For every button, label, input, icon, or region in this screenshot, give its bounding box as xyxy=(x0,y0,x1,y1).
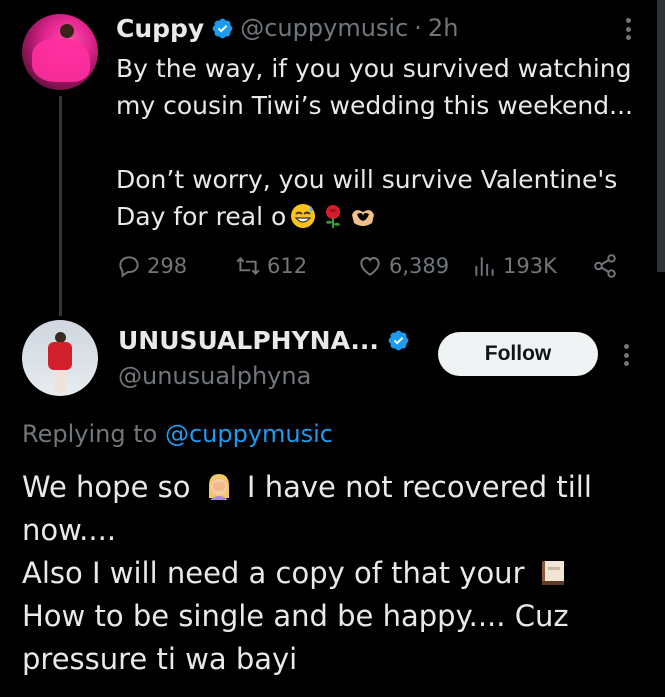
views-button[interactable]: 193K xyxy=(472,250,557,282)
follow-button[interactable]: Follow xyxy=(438,332,598,376)
reply-author-row: UNUSUALPHYNA... xyxy=(118,326,416,355)
tweet-line: By the way, if you you survived watching xyxy=(116,54,632,83)
views-chart-icon xyxy=(475,257,494,276)
thread-line xyxy=(59,96,62,316)
reply-line: now.... xyxy=(22,513,117,547)
repost-count: 612 xyxy=(267,254,308,278)
author-name[interactable]: Cuppy xyxy=(116,14,204,43)
book-emoji-icon xyxy=(541,561,564,585)
reply-line: Also I will need a copy of that your xyxy=(22,552,652,595)
heart-hands-emoji-icon xyxy=(352,210,375,226)
repost-icon xyxy=(236,257,260,275)
tweet-line-emoji: Day for real o xyxy=(116,198,646,235)
heart-icon xyxy=(360,257,380,276)
tweet-line: Don’t worry, you will survive Valentine'… xyxy=(116,165,618,194)
more-options-icon[interactable] xyxy=(626,18,632,40)
reply-icon xyxy=(119,256,139,278)
tweet-text: By the way, if you you survived watching… xyxy=(116,50,646,235)
facepalm-woman-emoji-icon xyxy=(208,474,229,500)
reply-text: We hope so I have not recovered till now… xyxy=(22,466,652,681)
share-button[interactable] xyxy=(592,250,623,282)
verified-badge-icon xyxy=(212,18,233,38)
scrollbar[interactable] xyxy=(657,0,665,272)
avatar-cuppy[interactable] xyxy=(22,14,98,90)
verified-badge-icon xyxy=(388,330,409,351)
tweet-line: Day for real o xyxy=(116,202,287,231)
like-count: 6,389 xyxy=(389,254,450,278)
rose-emoji-icon xyxy=(326,205,341,228)
reply-text-segment: Also I will need a copy of that your xyxy=(22,556,525,590)
replying-to: Replying to @cuppymusic xyxy=(22,420,333,448)
sweat-smile-emoji-icon xyxy=(291,204,316,228)
share-icon xyxy=(594,254,616,278)
reply-line: pressure ti wa bayi xyxy=(22,642,298,676)
tweet-line: my cousin Tiwi’s wedding this weekend... xyxy=(116,91,633,120)
reply-line: We hope so I have not recovered till xyxy=(22,466,652,509)
views-count: 193K xyxy=(503,254,557,278)
reply-text-segment: I have not recovered till xyxy=(246,470,592,504)
tweet-actions: 298 612 6,389 193K xyxy=(116,250,636,282)
reply-count: 298 xyxy=(147,254,188,278)
tweet-header: Cuppy @cuppymusic · 2h xyxy=(116,12,458,44)
reply-line: How to be single and be happy.... Cuz xyxy=(22,599,569,633)
reply-text-segment: We hope so xyxy=(22,470,191,504)
more-options-icon[interactable] xyxy=(624,344,630,366)
separator-dot: · xyxy=(414,14,422,42)
author-handle[interactable]: @unusualphyna xyxy=(118,362,311,390)
avatar-unusualphyna[interactable] xyxy=(22,320,98,396)
like-button[interactable]: 6,389 xyxy=(356,250,449,282)
timestamp[interactable]: 2h xyxy=(428,14,458,42)
reply-button[interactable]: 298 xyxy=(116,250,187,282)
author-name[interactable]: UNUSUALPHYNA... xyxy=(118,326,379,355)
author-handle[interactable]: @cuppymusic xyxy=(240,14,408,42)
tweet-cuppy[interactable]: Cuppy @cuppymusic · 2h By the way, if yo… xyxy=(0,0,665,316)
replying-prefix: Replying to xyxy=(22,420,158,448)
replying-mention-link[interactable]: @cuppymusic xyxy=(165,420,333,448)
repost-button[interactable]: 612 xyxy=(234,250,307,282)
